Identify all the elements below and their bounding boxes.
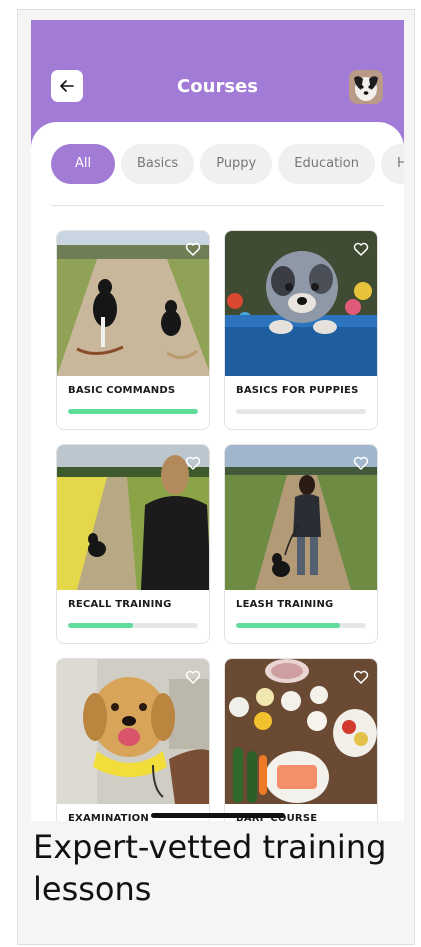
- progress-bar: [236, 623, 366, 628]
- caption: Expert-vetted training lessons: [33, 828, 387, 908]
- progress-fill: [68, 409, 198, 414]
- phone-screen: Courses All Basics Puppy Education Heal: [31, 20, 404, 821]
- course-title: BASICS FOR PUPPIES: [236, 385, 359, 396]
- dog-avatar-icon: [349, 70, 383, 104]
- progress-fill: [236, 623, 340, 628]
- course-card-barf-course[interactable]: BARF COURSE: [224, 658, 378, 821]
- filter-chip-basics[interactable]: Basics: [121, 144, 195, 184]
- course-card-basics-for-puppies[interactable]: BASICS FOR PUPPIES: [224, 230, 378, 430]
- home-indicator: [151, 813, 285, 818]
- filter-chip-health[interactable]: Heal: [381, 144, 404, 184]
- divider: [51, 205, 384, 206]
- heart-icon[interactable]: [353, 669, 369, 685]
- course-card-basic-commands[interactable]: BASIC COMMANDS: [56, 230, 210, 430]
- course-card-examination[interactable]: EXAMINATION: [56, 658, 210, 821]
- course-title: EXAMINATION: [68, 813, 149, 821]
- progress-bar: [236, 409, 366, 414]
- filter-chip-puppy[interactable]: Puppy: [200, 144, 273, 184]
- course-card-leash-training[interactable]: LEASH TRAINING: [224, 444, 378, 644]
- heart-icon[interactable]: [185, 241, 201, 257]
- course-title: BASIC COMMANDS: [68, 385, 176, 396]
- progress-fill: [68, 623, 133, 628]
- progress-bar: [68, 623, 198, 628]
- heart-icon[interactable]: [353, 241, 369, 257]
- course-card-recall-training[interactable]: RECALL TRAINING: [56, 444, 210, 644]
- filter-chip-education[interactable]: Education: [278, 144, 375, 184]
- course-title: RECALL TRAINING: [68, 599, 172, 610]
- heart-icon[interactable]: [353, 455, 369, 471]
- content-sheet: All Basics Puppy Education Heal: [31, 122, 404, 821]
- heart-icon[interactable]: [185, 669, 201, 685]
- progress-bar: [68, 409, 198, 414]
- avatar[interactable]: [349, 70, 383, 104]
- filter-chips: All Basics Puppy Education Heal: [51, 144, 404, 184]
- course-title: LEASH TRAINING: [236, 599, 334, 610]
- heart-icon[interactable]: [185, 455, 201, 471]
- filter-chip-all[interactable]: All: [51, 144, 115, 184]
